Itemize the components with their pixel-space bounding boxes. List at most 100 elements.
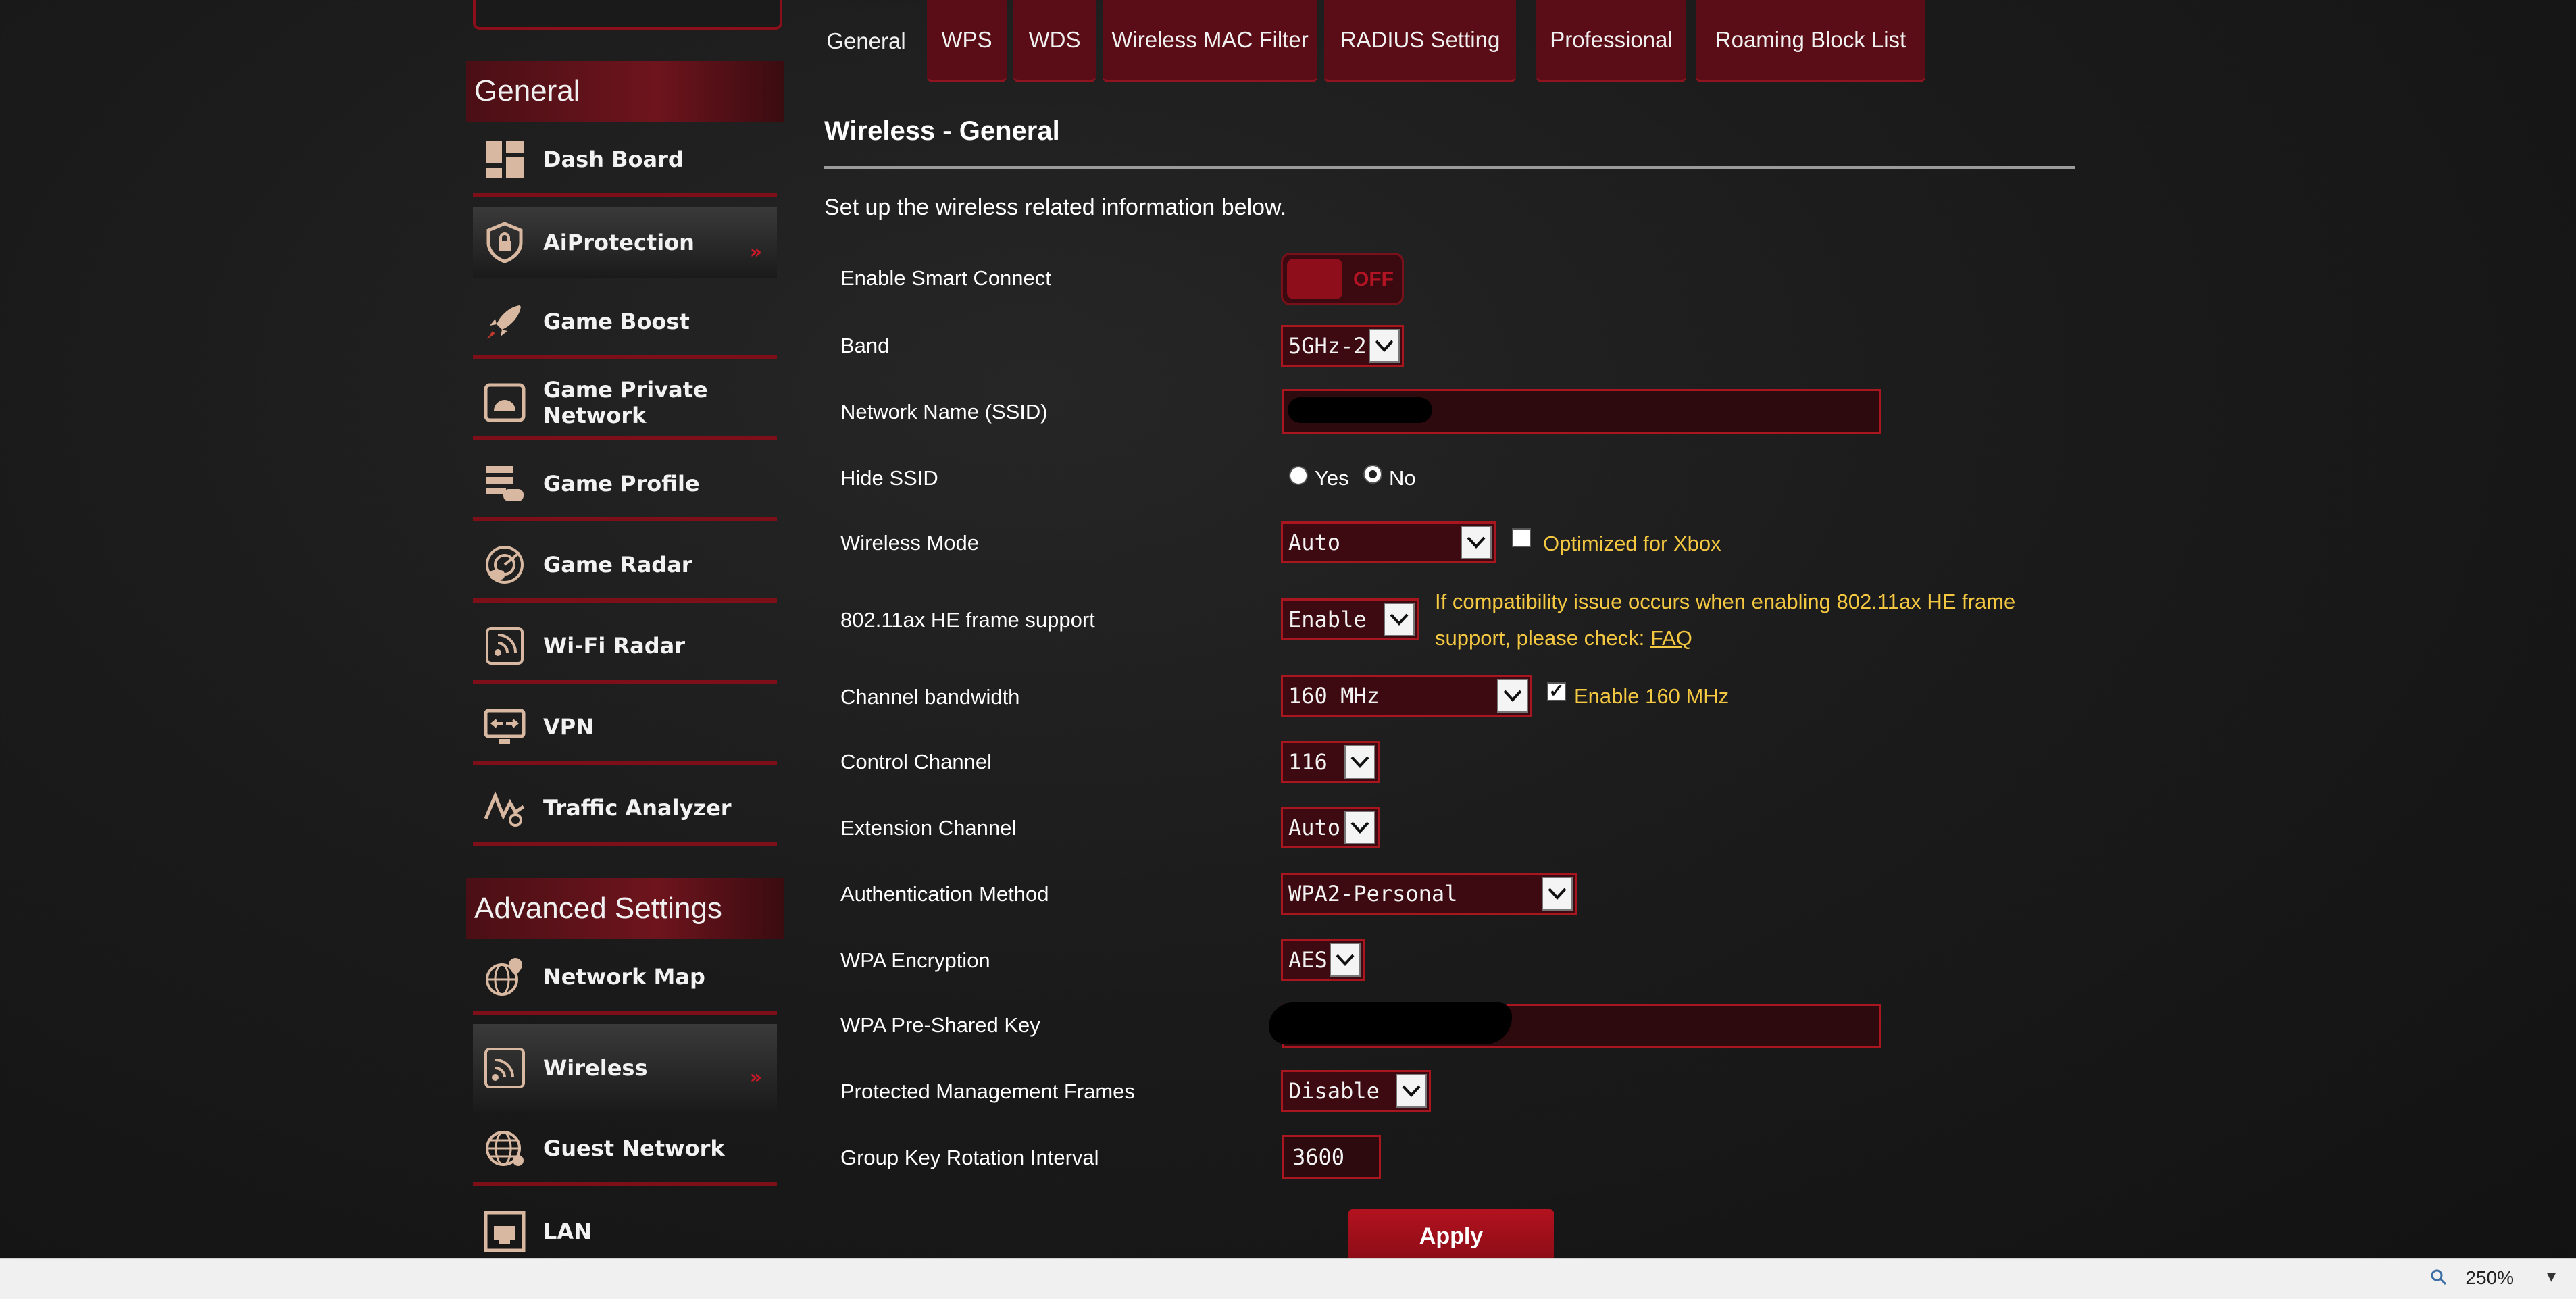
auth-method-value: WPA2-Personal	[1288, 881, 1458, 907]
he-frame-select[interactable]: Enable	[1281, 598, 1419, 640]
chevron-down-icon	[1497, 679, 1528, 713]
zoom-level[interactable]: 250%	[2465, 1267, 2514, 1289]
redaction-mark	[1269, 1002, 1512, 1044]
tab-wds[interactable]: WDS	[1013, 0, 1096, 82]
sidebar-item-label: Game Private Network	[543, 377, 708, 428]
he-frame-value: Enable	[1288, 607, 1367, 632]
he-frame-note: If compatibility issue occurs when enabl…	[1435, 584, 2016, 657]
tab-wireless-mac-filter[interactable]: Wireless MAC Filter	[1103, 0, 1317, 82]
band-label: Band	[840, 334, 890, 357]
sidebar-item-wifi-radar[interactable]: Wi-Fi Radar	[473, 612, 777, 684]
sidebar-item-label: Guest Network	[543, 1136, 725, 1161]
apply-button[interactable]: Apply	[1348, 1209, 1554, 1263]
sidebar-item-game-private-network[interactable]: Game Private Network	[473, 369, 777, 440]
bandwidth-label: Channel bandwidth	[840, 685, 1020, 709]
wpa-encryption-label: WPA Encryption	[840, 948, 990, 972]
radar-icon	[481, 541, 528, 588]
sidebar-item-label: Game Boost	[543, 309, 690, 334]
wireless-mode-select[interactable]: Auto	[1281, 521, 1496, 563]
tab-general[interactable]: General	[816, 0, 916, 82]
hide-ssid-yes-label: Yes	[1315, 466, 1349, 490]
sidebar-item-lan[interactable]: LAN	[473, 1196, 777, 1258]
advanced-settings-heading: Advanced Settings	[466, 878, 784, 939]
sidebar-item-traffic-analyzer[interactable]: Traffic Analyzer	[473, 774, 777, 846]
game-profile-icon	[481, 460, 528, 507]
lan-icon	[481, 1208, 528, 1255]
sidebar-item-label: Traffic Analyzer	[543, 795, 732, 821]
control-channel-value: 116	[1288, 749, 1328, 775]
optimized-xbox-label: Optimized for Xbox	[1543, 532, 1721, 555]
sidebar-item-label: Wireless	[543, 1055, 648, 1081]
hide-ssid-no-radio[interactable]	[1363, 465, 1382, 484]
sidebar-item-guest-network[interactable]: Guest Network	[473, 1115, 777, 1186]
sidebar-item-label: VPN	[543, 714, 594, 740]
bandwidth-value: 160 MHz	[1288, 683, 1380, 709]
auth-method-select[interactable]: WPA2-Personal	[1281, 873, 1577, 915]
page-title: Wireless - General	[824, 116, 1060, 146]
chevron-down-icon	[1396, 1074, 1427, 1108]
bandwidth-select[interactable]: 160 MHz	[1281, 675, 1532, 717]
extension-channel-select[interactable]: Auto	[1281, 807, 1380, 848]
pmf-label: Protected Management Frames	[840, 1079, 1135, 1103]
vpn-icon	[481, 703, 528, 750]
pmf-select[interactable]: Disable	[1281, 1070, 1431, 1112]
sidebar-item-vpn[interactable]: VPN	[473, 693, 777, 765]
extension-channel-label: Extension Channel	[840, 816, 1017, 840]
sidebar-item-label: AiProtection	[543, 230, 694, 255]
hide-ssid-no-label: No	[1389, 466, 1416, 490]
chevron-down-icon	[1542, 877, 1573, 911]
gkri-label: Group Key Rotation Interval	[840, 1146, 1099, 1169]
tab-roaming-block-list[interactable]: Roaming Block List	[1696, 0, 1925, 82]
control-channel-select[interactable]: 116	[1281, 741, 1380, 783]
chevron-down-icon	[1344, 811, 1375, 844]
tab-radius-setting[interactable]: RADIUS Setting	[1324, 0, 1516, 82]
chevron-right-icon: »	[749, 1066, 762, 1088]
globe-pin-icon	[481, 953, 528, 1000]
game-network-icon	[481, 379, 528, 426]
pmf-value: Disable	[1288, 1078, 1380, 1104]
sidebar-item-wireless[interactable]: Wireless »	[473, 1024, 777, 1112]
sidebar-item-label: Game Profile	[543, 471, 700, 496]
sidebar-item-label: Game Radar	[543, 552, 692, 578]
chevron-right-icon: »	[749, 240, 762, 263]
dashboard-icon	[481, 136, 528, 183]
toggle-knob	[1287, 259, 1342, 299]
control-channel-label: Control Channel	[840, 750, 992, 773]
chevron-down-icon[interactable]: ▾	[2547, 1266, 2556, 1287]
toggle-state-text: OFF	[1353, 268, 1394, 290]
general-section-heading: General	[466, 61, 784, 122]
sidebar-item-label: LAN	[543, 1219, 592, 1244]
sidebar-item-network-map[interactable]: Network Map	[473, 943, 777, 1015]
wireless-icon	[481, 1044, 528, 1092]
sidebar-top-button[interactable]	[473, 0, 782, 30]
zoom-icon	[2431, 1269, 2447, 1285]
enable-160mhz-checkbox[interactable]: ✓	[1547, 682, 1566, 701]
chevron-down-icon	[1384, 603, 1415, 636]
sidebar-item-game-boost[interactable]: Game Boost	[473, 288, 777, 359]
smart-connect-toggle[interactable]: OFF	[1281, 253, 1404, 305]
wifi-radar-icon	[481, 622, 528, 669]
faq-link[interactable]: FAQ	[1650, 626, 1692, 650]
gkri-value: 3600	[1292, 1144, 1345, 1170]
gkri-input[interactable]: 3600	[1282, 1135, 1381, 1179]
optimized-xbox-checkbox[interactable]	[1512, 528, 1531, 547]
sidebar-item-label: Dash Board	[543, 147, 684, 172]
title-divider	[824, 166, 2075, 169]
page-description: Set up the wireless related information …	[824, 195, 1287, 220]
sidebar-item-dashboard[interactable]: Dash Board	[473, 126, 777, 197]
sidebar-item-game-radar[interactable]: Game Radar	[473, 531, 777, 603]
status-bar: 250% ▾	[0, 1258, 2576, 1299]
sidebar-item-game-profile[interactable]: Game Profile	[473, 450, 777, 521]
tab-wps[interactable]: WPS	[927, 0, 1007, 82]
traffic-icon	[481, 784, 528, 832]
sidebar-item-aiprotection[interactable]: AiProtection »	[473, 207, 777, 278]
tab-professional[interactable]: Professional	[1536, 0, 1686, 82]
band-value: 5GHz-2	[1288, 333, 1367, 359]
psk-label: WPA Pre-Shared Key	[840, 1013, 1040, 1037]
hide-ssid-yes-radio[interactable]	[1289, 466, 1308, 485]
sidebar: General Dash Board AiProtection » Game B…	[466, 0, 790, 1258]
wpa-encryption-select[interactable]: AES	[1281, 939, 1365, 981]
he-frame-note-text: If compatibility issue occurs when enabl…	[1435, 590, 2016, 650]
sidebar-item-label: Wi-Fi Radar	[543, 633, 686, 659]
band-select[interactable]: 5GHz-2	[1281, 325, 1404, 367]
